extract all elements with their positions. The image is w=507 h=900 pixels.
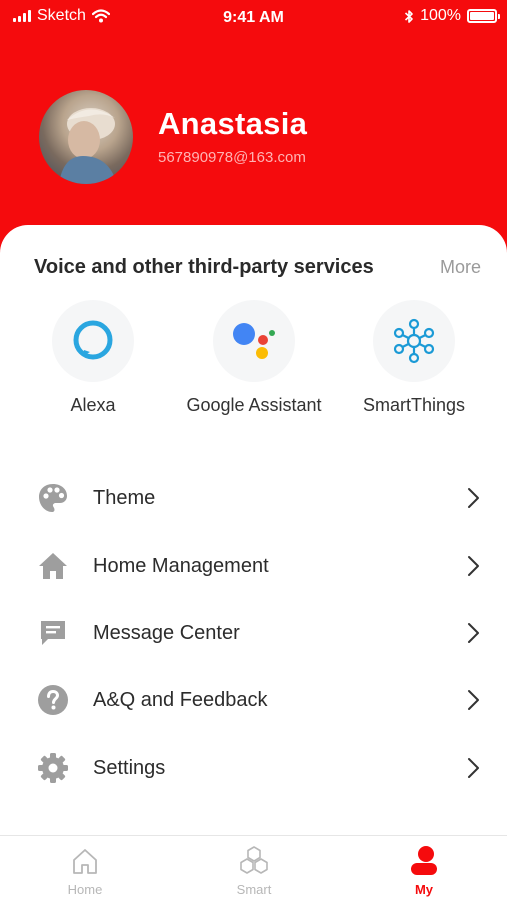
service-icon-circle [52, 300, 134, 382]
service-icon-circle [373, 300, 455, 382]
tab-bar: Home Smart My [0, 835, 507, 900]
menu-item-settings[interactable]: Settings [0, 743, 507, 793]
services-title: Voice and other third-party services [34, 256, 374, 278]
alexa-icon [73, 320, 113, 360]
home-outline-icon [30, 844, 140, 878]
menu-label: Home Management [93, 554, 269, 577]
menu-label: A&Q and Feedback [93, 688, 268, 711]
menu-label: Settings [93, 756, 166, 779]
battery-percent: 100% [420, 7, 461, 24]
profile-name: Anastasia [158, 106, 308, 141]
bluetooth-icon [405, 9, 413, 23]
services-more-link[interactable]: More [440, 257, 481, 278]
status-bar: Sketch 9:41 AM 100% [0, 0, 507, 34]
palette-icon [36, 481, 70, 515]
service-google-assistant[interactable]: Google Assistant [174, 300, 334, 416]
gear-icon [36, 751, 70, 785]
tab-my[interactable]: My [369, 844, 479, 897]
tab-smart[interactable]: Smart [199, 844, 309, 897]
tab-label: My [414, 882, 434, 897]
service-alexa[interactable]: Alexa [13, 300, 173, 416]
chevron-right-icon [468, 758, 479, 778]
service-label: Google Assistant [186, 395, 322, 415]
google-assistant-icon [233, 323, 275, 359]
chevron-right-icon [468, 488, 479, 508]
chevron-right-icon [468, 556, 479, 576]
menu-item-home-management[interactable]: Home Management [0, 541, 507, 591]
tab-label: Smart [236, 882, 272, 897]
smartthings-icon [393, 318, 435, 364]
service-icon-circle [213, 300, 295, 382]
menu-item-feedback[interactable]: A&Q and Feedback [0, 675, 507, 725]
service-label: SmartThings [362, 395, 466, 415]
service-smartthings[interactable]: SmartThings [334, 300, 494, 416]
user-icon [369, 844, 479, 878]
help-icon [36, 683, 70, 717]
home-icon [36, 549, 70, 583]
status-right: 100% [404, 7, 500, 25]
profile-email: 567890978@163.com [158, 149, 306, 166]
menu-item-theme[interactable]: Theme [0, 473, 507, 523]
battery-icon [467, 9, 500, 23]
avatar[interactable] [39, 90, 133, 184]
tab-home[interactable]: Home [30, 844, 140, 897]
tab-label: Home [67, 882, 103, 897]
avatar-photo [59, 108, 117, 184]
chevron-right-icon [468, 623, 479, 643]
menu-label: Theme [93, 486, 156, 509]
hexagons-icon [199, 844, 309, 878]
service-label: Alexa [70, 395, 116, 415]
message-icon [36, 616, 70, 650]
menu-item-message-center[interactable]: Message Center [0, 608, 507, 658]
menu-label: Message Center [93, 621, 240, 644]
chevron-right-icon [468, 690, 479, 710]
